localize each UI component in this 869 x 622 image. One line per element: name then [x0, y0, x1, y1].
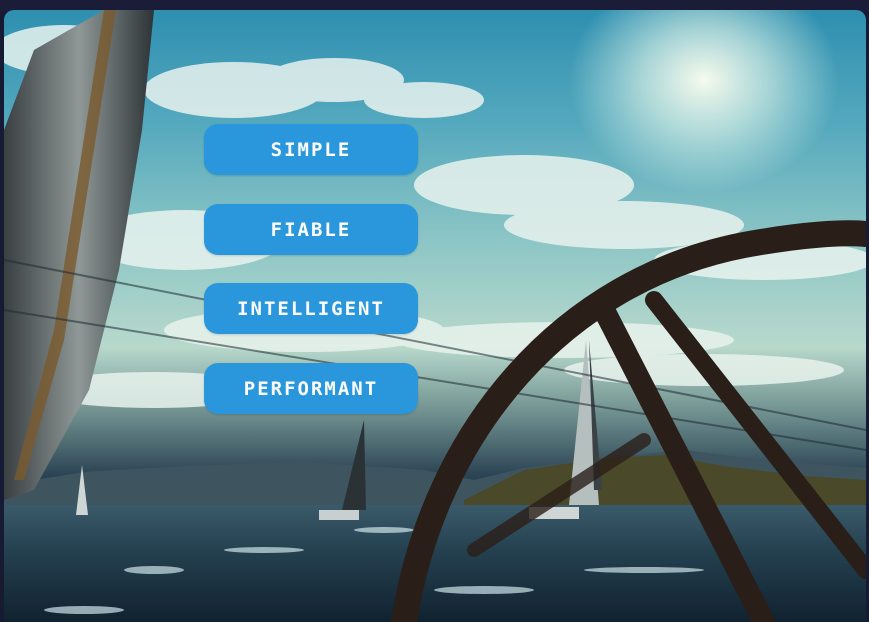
fiable-button[interactable]: FIABLE [204, 203, 418, 255]
intelligent-button[interactable]: INTELLIGENT [204, 283, 418, 334]
performant-button[interactable]: PERFORMANT [204, 362, 418, 414]
simple-button[interactable]: SIMPLE [204, 124, 418, 175]
feature-button-list: SIMPLE FIABLE INTELLIGENT PERFORMANT [204, 124, 418, 442]
sailing-background-image [4, 10, 866, 622]
hero-banner: SIMPLE FIABLE INTELLIGENT PERFORMANT [4, 10, 866, 622]
